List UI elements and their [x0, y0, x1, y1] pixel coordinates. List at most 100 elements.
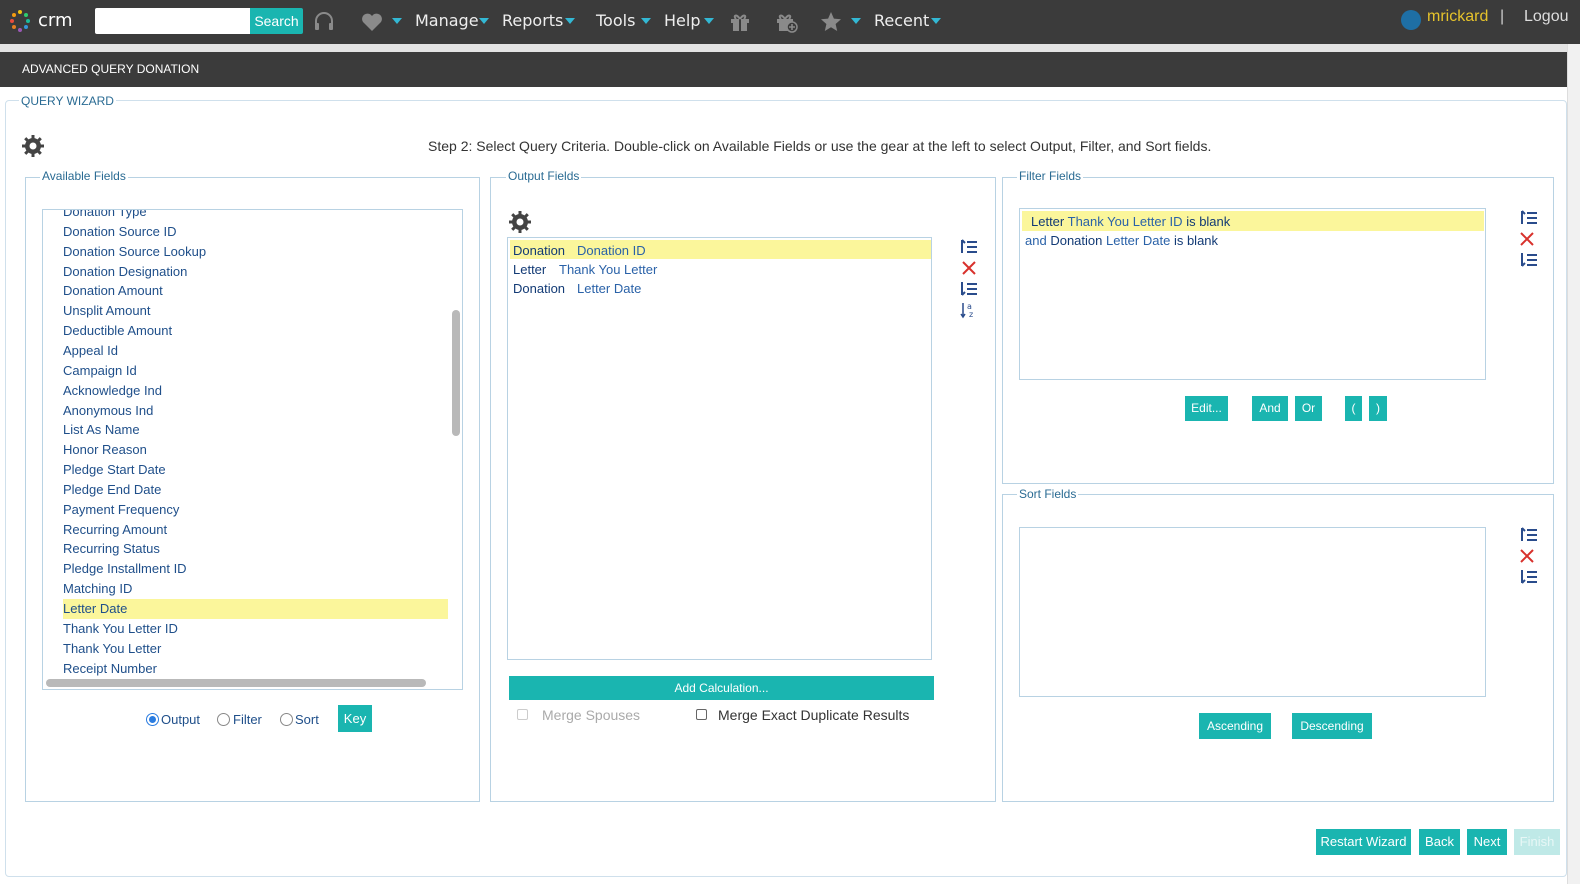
available-field-item[interactable]: Donation Source ID	[63, 224, 176, 239]
user-name-link[interactable]: mrickard	[1427, 8, 1488, 26]
search-input[interactable]	[95, 8, 250, 34]
chevron-down-icon[interactable]	[851, 18, 861, 24]
star-icon[interactable]	[819, 10, 843, 34]
available-field-item[interactable]: Donation Source Lookup	[63, 244, 206, 259]
gear-icon[interactable]	[21, 134, 45, 158]
move-up-list-icon[interactable]	[1520, 209, 1538, 227]
nav-reports[interactable]: Reports	[502, 11, 563, 30]
nav-help[interactable]: Help	[664, 11, 700, 30]
close-paren-button[interactable]: )	[1369, 396, 1387, 421]
filter-row-conjunction: and	[1025, 233, 1047, 248]
output-row-object[interactable]: Donation	[513, 243, 565, 258]
available-field-item[interactable]: Deductible Amount	[63, 323, 172, 338]
available-field-item[interactable]: Unsplit Amount	[63, 303, 150, 318]
open-paren-button[interactable]: (	[1345, 396, 1362, 421]
nav-manage[interactable]: Manage	[415, 11, 479, 30]
finish-button[interactable]: Finish	[1514, 829, 1560, 855]
sort-radio-label[interactable]: Sort	[295, 712, 319, 727]
or-button[interactable]: Or	[1295, 396, 1322, 421]
sort-az-icon[interactable]: a z	[960, 301, 978, 319]
available-field-item[interactable]: Thank You Letter	[63, 641, 161, 656]
available-field-item[interactable]: Letter Date	[63, 601, 127, 616]
heart-icon[interactable]	[360, 10, 384, 34]
move-down-list-icon[interactable]	[960, 280, 978, 298]
gift-icon[interactable]	[728, 10, 752, 34]
available-field-item[interactable]: Appeal Id	[63, 343, 118, 358]
chevron-down-icon[interactable]	[704, 18, 714, 24]
back-button[interactable]: Back	[1419, 829, 1460, 855]
sort-radio[interactable]	[280, 713, 293, 726]
next-button[interactable]: Next	[1467, 829, 1507, 855]
available-field-item[interactable]: Donation Type	[63, 210, 147, 219]
available-field-item[interactable]: Receipt Number	[63, 661, 157, 676]
gear-icon[interactable]	[508, 210, 532, 234]
add-calculation-button[interactable]: Add Calculation...	[509, 676, 934, 700]
and-button[interactable]: And	[1252, 396, 1288, 421]
move-up-list-icon[interactable]	[1520, 526, 1538, 544]
available-field-item[interactable]: Donation Designation	[63, 264, 187, 279]
available-field-item[interactable]: Pledge Start Date	[63, 462, 166, 477]
app-logo-text[interactable]: crm	[38, 10, 73, 31]
chevron-down-icon[interactable]	[392, 18, 402, 24]
filter-fields-list[interactable]: Letter Thank You Letter ID is blank and …	[1019, 208, 1486, 380]
descending-button[interactable]: Descending	[1292, 713, 1372, 739]
edit-filter-button[interactable]: Edit...	[1185, 396, 1228, 421]
add-gift-icon[interactable]	[774, 10, 798, 34]
available-field-item[interactable]: Pledge Installment ID	[63, 561, 187, 576]
available-fields-list[interactable]: Donation Type Donation Source ID Donation …	[42, 209, 463, 690]
available-field-item[interactable]: List As Name	[63, 422, 140, 437]
key-button[interactable]: Key	[338, 705, 372, 732]
output-radio-label[interactable]: Output	[161, 712, 200, 727]
sort-fields-legend: Sort Fields	[1017, 487, 1079, 501]
nav-recent[interactable]: Recent	[874, 11, 929, 30]
available-field-item[interactable]: Thank You Letter ID	[63, 621, 178, 636]
move-up-list-icon[interactable]	[960, 238, 978, 256]
remove-x-icon[interactable]	[960, 259, 978, 277]
filter-row[interactable]: and Donation Letter Date is blank	[1025, 233, 1218, 248]
merge-exact-duplicates-checkbox[interactable]	[696, 709, 707, 720]
search-button[interactable]: Search	[250, 8, 303, 34]
available-field-item[interactable]: Honor Reason	[63, 442, 147, 457]
nav-tools[interactable]: Tools	[596, 11, 635, 30]
available-field-item[interactable]: Donation Amount	[63, 283, 163, 298]
restart-wizard-button[interactable]: Restart Wizard	[1316, 829, 1411, 855]
filter-radio-label[interactable]: Filter	[233, 712, 262, 727]
page-scrollbar[interactable]	[1567, 44, 1580, 884]
chevron-down-icon[interactable]	[479, 18, 489, 24]
available-field-item[interactable]: Pledge End Date	[63, 482, 161, 497]
available-field-item[interactable]: Recurring Amount	[63, 522, 167, 537]
merge-exact-duplicates-label[interactable]: Merge Exact Duplicate Results	[718, 707, 909, 723]
filter-radio[interactable]	[217, 713, 230, 726]
headset-icon[interactable]	[312, 10, 336, 34]
chevron-down-icon[interactable]	[931, 18, 941, 24]
available-field-item[interactable]: Campaign Id	[63, 363, 137, 378]
user-avatar-icon[interactable]	[1401, 10, 1421, 30]
available-fields-hscroll[interactable]	[46, 679, 426, 687]
merge-spouses-checkbox[interactable]	[517, 709, 528, 720]
remove-x-icon[interactable]	[1518, 547, 1536, 565]
top-nav-bar: crm Search Manage Reports Tools Help Rec…	[0, 0, 1580, 44]
remove-x-icon[interactable]	[1518, 230, 1536, 248]
available-field-item[interactable]: Payment Frequency	[63, 502, 179, 517]
move-down-list-icon[interactable]	[1520, 568, 1538, 586]
available-fields-vscroll[interactable]	[452, 310, 460, 436]
logout-link[interactable]: Logou	[1524, 8, 1569, 26]
output-row-object[interactable]: Letter	[513, 262, 546, 277]
available-field-item[interactable]: Anonymous Ind	[63, 403, 153, 418]
chevron-down-icon[interactable]	[641, 18, 651, 24]
available-field-item[interactable]: Recurring Status	[63, 541, 160, 556]
available-field-item[interactable]: Acknowledge Ind	[63, 383, 162, 398]
output-row-field[interactable]: Donation ID	[577, 243, 646, 258]
output-row-field[interactable]: Letter Date	[577, 281, 641, 296]
move-down-list-icon[interactable]	[1520, 251, 1538, 269]
ascending-button[interactable]: Ascending	[1199, 713, 1271, 739]
output-radio[interactable]	[146, 713, 159, 726]
output-fields-list[interactable]: Donation Donation ID Letter Thank You Le…	[507, 237, 932, 660]
filter-row[interactable]: Letter Thank You Letter ID is blank	[1031, 214, 1230, 229]
available-field-item[interactable]: Matching ID	[63, 581, 132, 596]
merge-spouses-label: Merge Spouses	[542, 707, 641, 723]
sort-fields-list[interactable]	[1019, 527, 1486, 697]
chevron-down-icon[interactable]	[565, 18, 575, 24]
output-row-object[interactable]: Donation	[513, 281, 565, 296]
output-row-field[interactable]: Thank You Letter	[559, 262, 657, 277]
